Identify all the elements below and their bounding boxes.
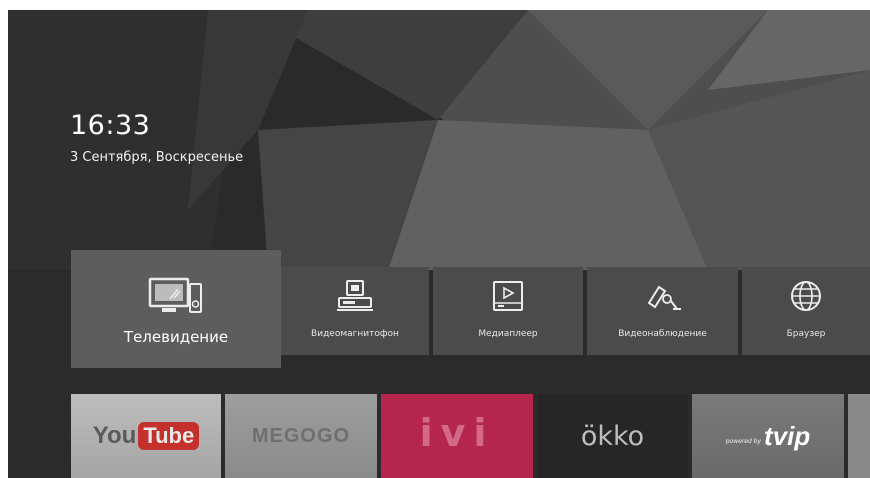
menu-tile-tv[interactable]: Телевидение <box>71 250 281 368</box>
tvip-text: tvip <box>764 420 811 451</box>
youtube-logo: You Tube <box>71 394 221 478</box>
menu-tile-mediaplayer[interactable]: Медиаплеер <box>433 267 583 355</box>
menu-tile-label: Медиаплеер <box>478 329 538 339</box>
menu-tile-label: Видеомагнитофон <box>311 329 399 339</box>
vcr-icon <box>337 280 373 311</box>
tv-home-screen: 16:33 3 Сентября, Воскресенье Телевидени… <box>8 10 870 478</box>
menu-tile-vcr[interactable]: Видеомагнитофон <box>281 267 429 355</box>
tv-icon <box>148 277 202 313</box>
app-tile-youtube[interactable]: You Tube <box>71 394 221 478</box>
app-tile-megogo[interactable]: MEGOGO <box>225 394 377 478</box>
clock-date: 3 Сентября, Воскресенье <box>70 150 244 165</box>
clock-time: 16:33 <box>70 110 151 141</box>
menu-tile-browser[interactable]: Браузер <box>742 267 870 355</box>
tvip-powered-text: powered by <box>725 437 762 445</box>
ivi-logo: ivi <box>419 411 495 455</box>
youtube-you-text: You <box>92 422 137 449</box>
app-tile-tvip[interactable]: powered by tvip <box>692 394 844 478</box>
okko-logo: ökko <box>580 420 645 452</box>
app-tile-okko[interactable]: ökko <box>537 394 688 478</box>
menu-tile-label: Видеонаблюдение <box>618 329 707 339</box>
tvip-logo: powered by tvip <box>692 394 844 478</box>
menu-tile-cctv[interactable]: Видеонаблюдение <box>587 267 738 355</box>
megogo-logo: MEGOGO <box>251 424 351 447</box>
app-tile-partial[interactable] <box>848 394 870 478</box>
app-tile-ivi[interactable]: ivi <box>381 394 533 478</box>
globe-icon <box>791 281 821 311</box>
cctv-camera-icon <box>647 285 681 310</box>
mediaplayer-icon <box>493 281 523 311</box>
menu-tile-label: Телевидение <box>123 328 229 346</box>
youtube-tube-text: Tube <box>138 422 200 450</box>
menu-tile-label: Браузер <box>786 329 826 339</box>
